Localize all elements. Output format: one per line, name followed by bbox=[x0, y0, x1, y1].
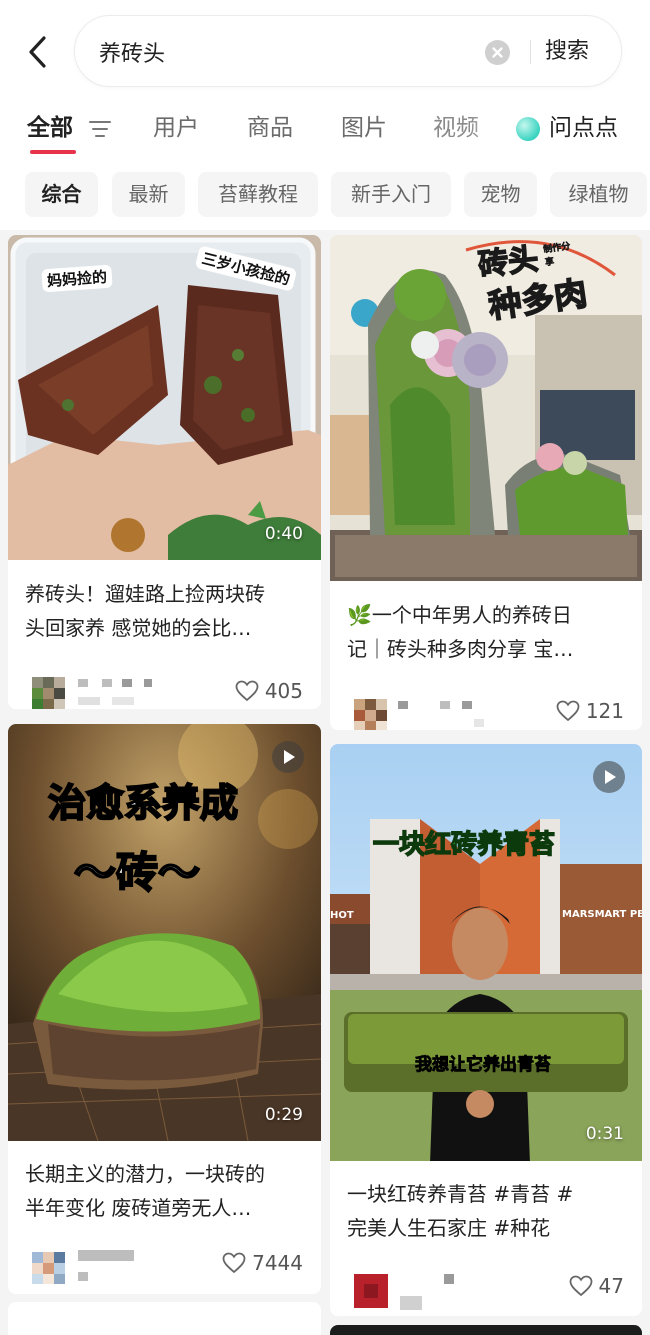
post-title: 一块红砖养青苔 #青苔 # 完美人生石家庄 #种花 bbox=[347, 1182, 574, 1240]
post-card[interactable] bbox=[8, 1302, 321, 1335]
post-card[interactable]: 治愈系养成 ～砖～ 0:29 长期主义的潜力，一块砖的 半年变化 废砖道旁无人…… bbox=[8, 724, 321, 1294]
cover-caption: MARSMART PETS bbox=[562, 909, 642, 920]
post-title: 长期主义的潜力，一块砖的 半年变化 废砖道旁无人… bbox=[25, 1162, 265, 1220]
post-card[interactable]: 砖头 制作分享 种多肉 🌿一个中年男人的养砖日 记｜砖头种多肉分享 宝… 121 bbox=[330, 235, 642, 730]
tab-videos[interactable]: 视频 bbox=[433, 112, 479, 144]
video-duration: 0:40 bbox=[264, 524, 303, 544]
post-card[interactable]: 一块红砖养青苔 MARSMART PETS HOT 我想让它养出青苔 0:31 … bbox=[330, 744, 642, 1316]
cover-caption: 我想让它养出青苔 bbox=[415, 1055, 552, 1076]
play-icon bbox=[272, 741, 304, 773]
tab-all[interactable]: 全部 bbox=[27, 112, 73, 144]
cover-caption: 一块红砖养青苔 bbox=[372, 829, 556, 861]
like-button[interactable]: 7444 bbox=[222, 1250, 303, 1276]
post-card[interactable] bbox=[330, 1325, 642, 1335]
author-avatar[interactable] bbox=[354, 1272, 464, 1316]
chip-moss-tutorial[interactable]: 苔藓教程 bbox=[198, 172, 318, 217]
search-bar: 搜索 bbox=[74, 15, 622, 87]
search-divider bbox=[530, 40, 531, 64]
heart-icon bbox=[235, 680, 259, 702]
clear-icon[interactable] bbox=[485, 40, 510, 65]
heart-icon bbox=[556, 700, 580, 722]
author-avatar[interactable] bbox=[32, 1250, 142, 1290]
video-duration: 0:31 bbox=[585, 1124, 624, 1144]
ask-ai-label: 问点点 bbox=[549, 115, 618, 141]
like-button[interactable]: 121 bbox=[556, 698, 624, 724]
tab-users[interactable]: 用户 bbox=[153, 112, 199, 144]
cover-caption: 妈妈捡的 bbox=[41, 264, 113, 293]
post-cover: 妈妈捡的 三岁小孩捡的 0:40 bbox=[8, 235, 321, 560]
cover-caption: HOT bbox=[330, 910, 354, 921]
heart-icon bbox=[222, 1252, 246, 1274]
results-feed: 妈妈捡的 三岁小孩捡的 0:40 养砖头！遛娃路上捡两块砖 头回家养 感觉她的会… bbox=[0, 230, 650, 1335]
post-title: 🌿一个中年男人的养砖日 记｜砖头种多肉分享 宝… bbox=[347, 603, 574, 661]
video-duration: 0:29 bbox=[264, 1105, 303, 1125]
active-tab-indicator bbox=[30, 150, 76, 154]
search-button[interactable]: 搜索 bbox=[545, 34, 589, 70]
chip-pets[interactable]: 宠物 bbox=[464, 172, 537, 217]
cover-caption: 制作分享 bbox=[542, 241, 572, 269]
chip-latest[interactable]: 最新 bbox=[112, 172, 185, 217]
post-card[interactable]: 妈妈捡的 三岁小孩捡的 0:40 养砖头！遛娃路上捡两块砖 头回家养 感觉她的会… bbox=[8, 235, 321, 709]
tab-products[interactable]: 商品 bbox=[247, 112, 293, 144]
post-cover: 砖头 制作分享 种多肉 bbox=[330, 235, 642, 581]
search-header: 搜索 bbox=[0, 0, 650, 100]
post-cover: 一块红砖养青苔 MARSMART PETS HOT 我想让它养出青苔 0:31 bbox=[330, 744, 642, 1161]
author-avatar[interactable] bbox=[32, 675, 152, 709]
back-arrow-icon[interactable] bbox=[22, 32, 56, 72]
chip-comprehensive[interactable]: 综合 bbox=[25, 172, 98, 217]
filter-chips: 综合 最新 苔藓教程 新手入门 宠物 绿植物 bbox=[0, 170, 650, 220]
search-input[interactable] bbox=[99, 34, 469, 70]
heart-icon bbox=[569, 1275, 592, 1297]
cover-caption: ～砖～ bbox=[73, 847, 201, 898]
play-icon bbox=[593, 761, 625, 793]
filter-icon[interactable] bbox=[89, 119, 111, 139]
post-title: 养砖头！遛娃路上捡两块砖 头回家养 感觉她的会比… bbox=[25, 582, 265, 640]
like-button[interactable]: 405 bbox=[235, 678, 303, 704]
chip-green-plants[interactable]: 绿植物 bbox=[550, 172, 647, 217]
cover-caption: 治愈系养成 bbox=[47, 780, 239, 826]
tab-images[interactable]: 图片 bbox=[341, 112, 387, 144]
chip-beginner[interactable]: 新手入门 bbox=[331, 172, 451, 217]
ai-orb-icon bbox=[516, 117, 540, 141]
post-cover: 治愈系养成 ～砖～ 0:29 bbox=[8, 724, 321, 1141]
author-avatar[interactable] bbox=[354, 697, 504, 730]
like-button[interactable]: 47 bbox=[569, 1273, 624, 1299]
